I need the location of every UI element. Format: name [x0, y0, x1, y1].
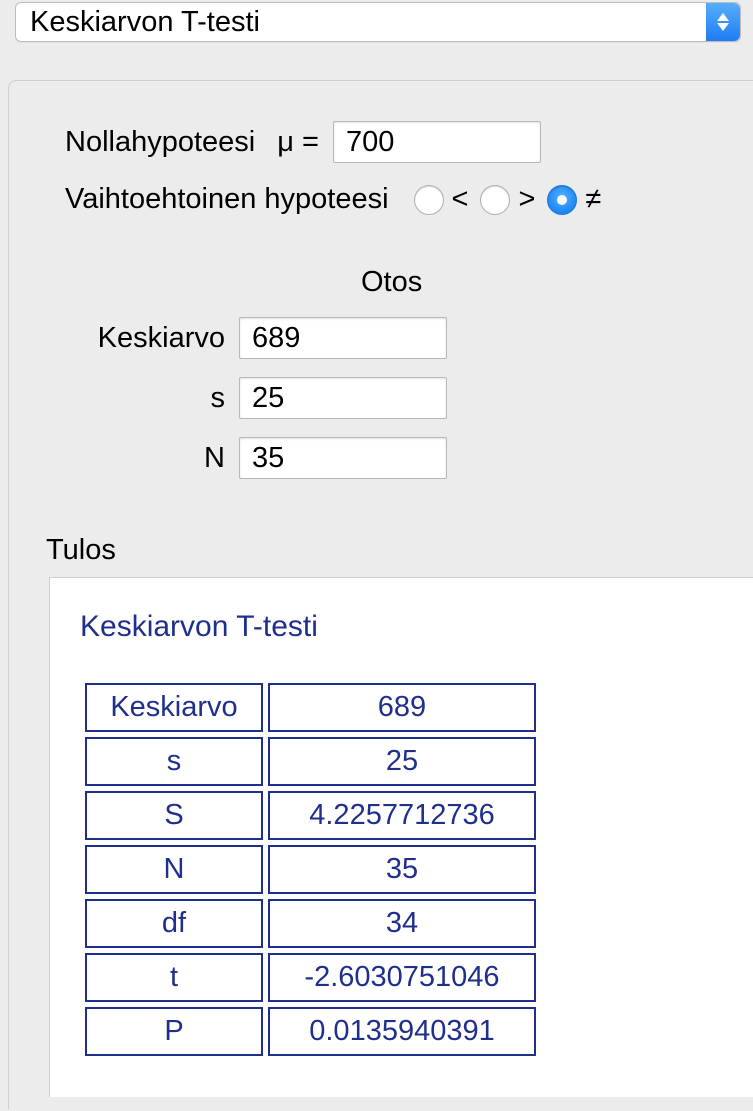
result-key: P [85, 1007, 263, 1056]
sample-input-grid: Keskiarvo s N [29, 317, 753, 479]
radio-greater-than[interactable]: > [480, 183, 535, 216]
result-key: N [85, 845, 263, 894]
table-row: N35 [85, 845, 536, 894]
s-input[interactable] [239, 377, 447, 419]
mean-input[interactable] [239, 317, 447, 359]
null-hypothesis-label: Nollahypoteesi [65, 126, 255, 159]
result-value: 689 [268, 683, 536, 732]
radio-icon [414, 185, 444, 215]
radio-label-ne: ≠ [585, 183, 601, 216]
result-key: t [85, 953, 263, 1002]
result-key: df [85, 899, 263, 948]
result-title: Keskiarvon T-testi [80, 610, 753, 644]
result-key: s [85, 737, 263, 786]
main-panel: Nollahypoteesi μ = Vaihtoehtoinen hypote… [8, 80, 753, 1109]
s-label: s [29, 382, 239, 415]
result-value: -2.6030751046 [268, 953, 536, 1002]
table-row: P0.0135940391 [85, 1007, 536, 1056]
table-row: Keskiarvo689 [85, 683, 536, 732]
result-table: Keskiarvo689s25S4.2257712736N35df34t-2.6… [80, 678, 541, 1061]
result-key: Keskiarvo [85, 683, 263, 732]
table-row: S4.2257712736 [85, 791, 536, 840]
table-row: t-2.6030751046 [85, 953, 536, 1002]
result-value: 35 [268, 845, 536, 894]
null-hypothesis-row: Nollahypoteesi μ = [9, 121, 753, 163]
radio-icon [547, 185, 577, 215]
radio-less-than[interactable]: < [414, 183, 469, 216]
radio-label-lt: < [452, 183, 469, 216]
sample-section-title: Otos [361, 266, 753, 299]
radio-label-gt: > [518, 183, 535, 216]
result-key: S [85, 791, 263, 840]
mu-input[interactable] [333, 121, 541, 163]
alt-hypothesis-row: Vaihtoehtoinen hypoteesi < > ≠ [9, 183, 753, 216]
dropdown-arrows-icon [706, 3, 740, 41]
mean-label: Keskiarvo [29, 322, 239, 355]
result-value: 34 [268, 899, 536, 948]
result-value: 0.0135940391 [268, 1007, 536, 1056]
radio-not-equal[interactable]: ≠ [547, 183, 601, 216]
result-value: 4.2257712736 [268, 791, 536, 840]
alt-hypothesis-options: < > ≠ [414, 183, 602, 216]
result-section-label: Tulos [46, 534, 753, 567]
radio-icon [480, 185, 510, 215]
result-value: 25 [268, 737, 536, 786]
n-input[interactable] [239, 437, 447, 479]
alt-hypothesis-label: Vaihtoehtoinen hypoteesi [65, 183, 389, 216]
table-row: df34 [85, 899, 536, 948]
n-label: N [29, 442, 239, 475]
test-type-dropdown[interactable]: Keskiarvon T-testi [15, 2, 741, 42]
mu-symbol: μ = [277, 126, 319, 159]
result-box: Keskiarvon T-testi Keskiarvo689s25S4.225… [49, 577, 753, 1097]
table-row: s25 [85, 737, 536, 786]
dropdown-selected-label: Keskiarvon T-testi [16, 8, 274, 37]
